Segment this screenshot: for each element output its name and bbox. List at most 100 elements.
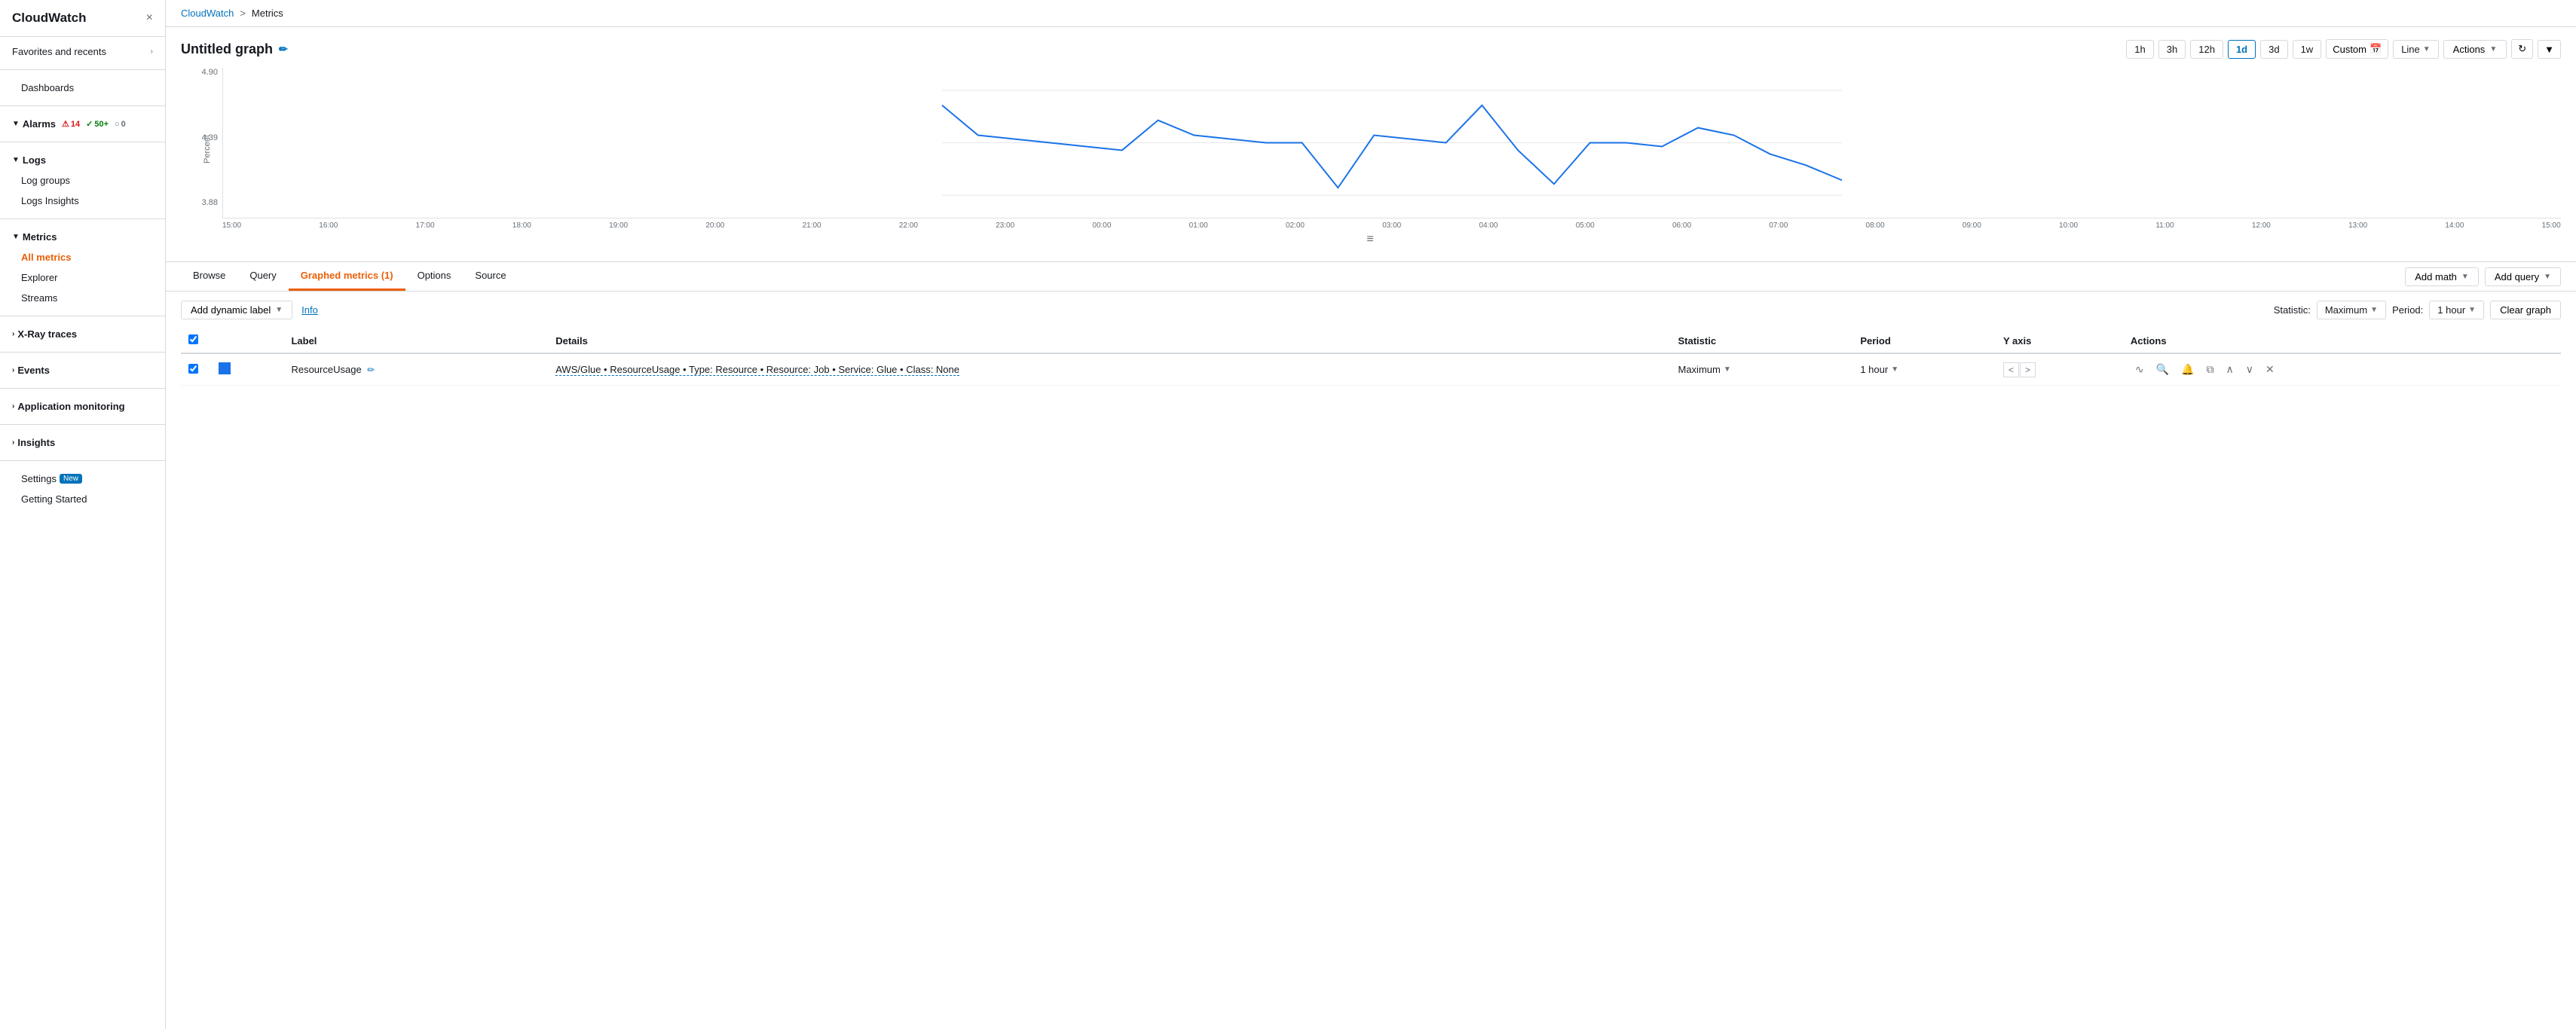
graph-container: Untitled graph ✏ 1h 3h 12h 1d 3d 1w Cust… (166, 27, 2576, 262)
time-3d-button[interactable]: 3d (2260, 40, 2287, 59)
x-tick-6: 21:00 (803, 221, 821, 230)
sidebar-item-favorites[interactable]: Favorites and recents › (0, 41, 165, 62)
dynamic-label-dropdown-arrow: ▼ (275, 306, 283, 314)
sidebar-group-appmon[interactable]: › Application monitoring (0, 396, 165, 417)
tab-source[interactable]: Source (463, 262, 518, 291)
row-action-math-button[interactable]: ∿ (2131, 360, 2149, 379)
sidebar-title: CloudWatch (12, 11, 87, 26)
x-tick-20: 11:00 (2155, 221, 2174, 230)
edit-label-icon[interactable]: ✏ (367, 365, 375, 375)
tab-query[interactable]: Query (237, 262, 288, 291)
y-axis-right-button[interactable]: > (2020, 362, 2036, 377)
sidebar-item-insights-label: Insights (17, 437, 55, 448)
tab-options[interactable]: Options (405, 262, 463, 291)
sidebar-item-logs-insights-label: Logs Insights (21, 195, 79, 206)
sidebar-item-xray-label: X-Ray traces (17, 328, 77, 340)
period-dropdown-arrow: ▼ (2468, 306, 2476, 314)
select-all-checkbox[interactable] (188, 334, 198, 344)
graph-toolbar: Untitled graph ✏ 1h 3h 12h 1d 3d 1w Cust… (181, 39, 2561, 59)
row-action-delete-button[interactable]: ✕ (2261, 360, 2279, 379)
sidebar-group-alarms[interactable]: ▼ Alarms ⚠ 14 ✓ 50+ ○ 0 (0, 114, 165, 134)
sidebar-group-logs[interactable]: ▼ Logs (0, 150, 165, 170)
row-action-search-button[interactable]: 🔍 (2152, 360, 2174, 379)
x-tick-3: 18:00 (512, 221, 531, 230)
tab-browse[interactable]: Browse (181, 262, 237, 291)
more-options-button[interactable]: ▼ (2538, 40, 2561, 59)
custom-time-button[interactable]: Custom 📅 (2326, 39, 2388, 59)
sidebar-group-metrics[interactable]: ▼ Metrics (0, 227, 165, 247)
add-query-dropdown-arrow: ▼ (2544, 273, 2551, 281)
row-action-up-button[interactable]: ∧ (2221, 360, 2238, 379)
custom-label: Custom (2333, 44, 2366, 55)
tab-options-label: Options (418, 270, 451, 281)
period-select[interactable]: 1 hour ▼ (2429, 301, 2484, 319)
sidebar-item-log-groups-label: Log groups (21, 175, 70, 186)
sidebar-appmon-section: › Application monitoring (0, 392, 165, 421)
row-action-alarm-button[interactable]: 🔔 (2177, 360, 2198, 379)
graph-title-area: Untitled graph ✏ (181, 41, 288, 57)
sidebar-group-xray[interactable]: › X-Ray traces (0, 324, 165, 344)
row-color-swatch[interactable] (219, 362, 231, 374)
sidebar-item-log-groups[interactable]: Log groups (0, 170, 165, 191)
row-checkbox[interactable] (188, 364, 198, 374)
sidebar-item-explorer[interactable]: Explorer (0, 267, 165, 288)
row-action-copy-button[interactable]: ⧉ (2201, 360, 2218, 379)
statistic-select[interactable]: Maximum ▼ (2317, 301, 2386, 319)
alarms-warning-badge: ⚠ 14 (62, 119, 80, 129)
sidebar-item-getting-started[interactable]: Getting Started (0, 489, 165, 509)
sidebar-item-settings-label: Settings (21, 473, 57, 484)
info-link[interactable]: Info (301, 304, 318, 316)
row-details-text: AWS/Glue • ResourceUsage • Type: Resourc… (555, 364, 959, 376)
sidebar-item-dashboards[interactable]: Dashboards (0, 78, 165, 98)
chevron-down-icon-more: ▼ (2544, 44, 2554, 55)
clear-graph-button[interactable]: Clear graph (2490, 301, 2561, 319)
x-tick-8: 23:00 (996, 221, 1014, 230)
x-tick-12: 03:00 (1382, 221, 1401, 230)
y-axis-left-button[interactable]: < (2003, 362, 2019, 377)
col-statistic: Statistic (1671, 328, 1853, 353)
sidebar-item-events-label: Events (17, 365, 50, 376)
sidebar-item-settings[interactable]: Settings New (0, 469, 165, 489)
x-tick-23: 14:00 (2445, 221, 2464, 230)
refresh-icon: ↻ (2518, 43, 2526, 54)
sidebar-item-all-metrics[interactable]: All metrics (0, 247, 165, 267)
add-dynamic-label-text: Add dynamic label (191, 304, 271, 316)
sidebar-group-events[interactable]: › Events (0, 360, 165, 380)
row-period-dropdown-arrow[interactable]: ▼ (1891, 365, 1898, 374)
row-statistic-dropdown-arrow[interactable]: ▼ (1724, 365, 1731, 374)
col-details: Details (548, 328, 1670, 353)
actions-button[interactable]: Actions ▼ (2443, 40, 2507, 59)
time-1h-button[interactable]: 1h (2126, 40, 2153, 59)
separator-handle[interactable]: ≡ (181, 230, 2561, 249)
graph-controls: 1h 3h 12h 1d 3d 1w Custom 📅 Line ▼ Actio… (2126, 39, 2561, 59)
sidebar-group-insights[interactable]: › Insights (0, 432, 165, 453)
time-1d-button[interactable]: 1d (2228, 40, 2256, 59)
breadcrumb-metrics: Metrics (252, 8, 283, 19)
edit-title-icon[interactable]: ✏ (279, 43, 288, 56)
time-3h-button[interactable]: 3h (2158, 40, 2186, 59)
refresh-button[interactable]: ↻ (2511, 39, 2533, 59)
add-math-button[interactable]: Add math ▼ (2405, 267, 2479, 286)
tabs-area: Browse Query Graphed metrics (1) Options… (166, 262, 2576, 292)
add-dynamic-label-button[interactable]: Add dynamic label ▼ (181, 301, 292, 319)
chart-type-select[interactable]: Line ▼ (2393, 40, 2438, 59)
sidebar-item-logs-insights[interactable]: Logs Insights (0, 191, 165, 211)
x-tick-15: 06:00 (1672, 221, 1691, 230)
time-12h-button[interactable]: 12h (2190, 40, 2223, 59)
sidebar-close-button[interactable]: × (146, 11, 153, 25)
row-action-down-button[interactable]: ∨ (2241, 360, 2258, 379)
sidebar-item-streams[interactable]: Streams (0, 288, 165, 308)
y-tick-bot: 3.88 (202, 198, 218, 207)
add-query-button[interactable]: Add query ▼ (2485, 267, 2561, 286)
x-tick-19: 10:00 (2059, 221, 2078, 230)
row-yaxis-cell: < > (1996, 353, 2123, 386)
x-tick-14: 05:00 (1576, 221, 1595, 230)
tab-graphed-metrics[interactable]: Graphed metrics (1) (289, 262, 405, 291)
time-1w-button[interactable]: 1w (2293, 40, 2322, 59)
row-action-alarm-tooltip: 🔔 Create alarm (2177, 360, 2198, 379)
row-period-value: 1 hour (1860, 364, 1888, 375)
sidebar-item-explorer-label: Explorer (21, 272, 57, 283)
chevron-down-icon: ▼ (12, 120, 20, 128)
row-label-text: ResourceUsage (291, 364, 361, 375)
breadcrumb-cloudwatch-link[interactable]: CloudWatch (181, 8, 234, 19)
